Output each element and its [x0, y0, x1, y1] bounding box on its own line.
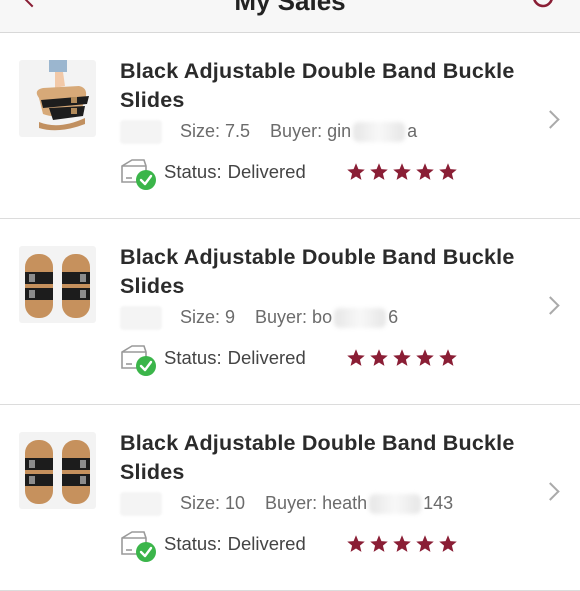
status-line: Status: Delivered — [120, 530, 470, 562]
star-icon — [439, 349, 457, 366]
star-icon — [439, 163, 457, 180]
chevron-right-icon[interactable] — [541, 482, 560, 501]
blurred-avatar — [120, 492, 162, 517]
package-delivered-icon — [121, 345, 156, 376]
chevron-right-icon[interactable] — [541, 296, 560, 315]
status-key: Status: — [164, 533, 222, 554]
star-icon — [370, 163, 388, 180]
buyer-prefix: Buyer: heath — [265, 493, 368, 513]
rating-stars — [346, 348, 461, 368]
sales-list: Black Adjustable Double Band Buckle Slid… — [0, 33, 580, 591]
buyer-suffix: 143 — [423, 493, 454, 513]
buyer-prefix: Buyer: gin — [270, 121, 352, 141]
status-value: Delivered — [227, 347, 306, 368]
product-name: Black Adjustable Double Band Buckle Slid… — [120, 431, 515, 484]
chevron-right-icon[interactable] — [541, 110, 560, 129]
star-icon — [416, 163, 434, 180]
package-delivered-icon — [121, 531, 156, 562]
buyer-redaction — [334, 308, 387, 329]
product-thumbnail — [19, 60, 96, 137]
buyer-redaction — [369, 494, 422, 515]
buyer-prefix: Buyer: bo — [255, 307, 333, 327]
blurred-avatar — [120, 120, 162, 145]
star-icon — [347, 349, 365, 366]
sale-meta: Size: 10 Buyer: heath 143 — [120, 489, 520, 517]
rating-stars — [346, 534, 461, 554]
refresh-icon[interactable] — [528, 0, 558, 12]
size-label: Size: 9 — [180, 307, 236, 327]
star-icon — [439, 535, 457, 552]
size-label: Size: 10 — [180, 493, 246, 513]
status-text: Status: Delivered — [164, 161, 306, 183]
status-value: Delivered — [227, 161, 306, 182]
sale-row[interactable]: Black Adjustable Double Band Buckle Slid… — [0, 33, 580, 219]
star-icon — [393, 163, 411, 180]
status-line: Status: Delivered — [120, 158, 470, 190]
sale-meta: Size: 9 Buyer: bo 6 — [120, 303, 520, 331]
star-icon — [347, 535, 365, 552]
star-icon — [370, 535, 388, 552]
status-line: Status: Delivered — [120, 344, 470, 376]
star-icon — [416, 535, 434, 552]
sale-row[interactable]: Black Adjustable Double Band Buckle Slid… — [0, 405, 580, 591]
status-value: Delivered — [227, 533, 306, 554]
size-label: Size: 7.5 — [180, 121, 251, 141]
buyer-suffix: 6 — [388, 307, 399, 327]
blurred-avatar — [120, 306, 162, 331]
buyer-suffix: a — [407, 121, 418, 141]
page-title: My Sales — [234, 0, 346, 16]
rating-stars — [346, 162, 461, 182]
star-icon — [393, 349, 411, 366]
sale-row[interactable]: Black Adjustable Double Band Buckle Slid… — [0, 219, 580, 405]
product-name: Black Adjustable Double Band Buckle Slid… — [120, 59, 515, 112]
top-bar: My Sales — [0, 0, 580, 33]
star-icon — [416, 349, 434, 366]
product-thumbnail — [19, 246, 96, 323]
sale-meta: Size: 7.5 Buyer: gin a — [120, 117, 520, 145]
star-icon — [370, 349, 388, 366]
product-thumbnail — [19, 432, 96, 509]
status-key: Status: — [164, 347, 222, 368]
status-key: Status: — [164, 161, 222, 182]
package-delivered-icon — [121, 159, 156, 190]
product-name: Black Adjustable Double Band Buckle Slid… — [120, 245, 515, 298]
status-text: Status: Delivered — [164, 533, 306, 555]
star-icon — [347, 163, 365, 180]
star-icon — [393, 535, 411, 552]
status-text: Status: Delivered — [164, 347, 306, 369]
buyer-redaction — [353, 122, 406, 143]
